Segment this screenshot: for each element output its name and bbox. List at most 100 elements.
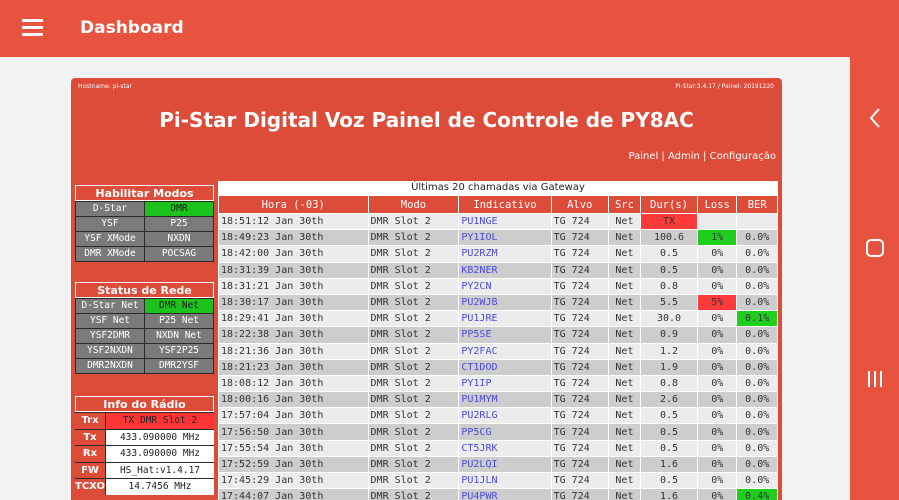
time-cell: 18:49:23 Jan 30th — [218, 229, 369, 247]
table-row: 18:31:39 Jan 30th DMR Slot 2 KB2NER TG 724 N… — [218, 261, 778, 279]
network-grid: D-Star Net DMR Net YSF Net P25 Net YSF2DMR NX… — [75, 298, 214, 374]
chevron-left-icon[interactable] — [850, 103, 899, 133]
header-links: Painel | Admin | Configuração — [628, 151, 776, 162]
radio-value: TX DMR Slot 2 — [106, 413, 214, 429]
ber-cell: 0.0% — [736, 439, 778, 457]
pistar-dashboard-panel: Hostname: pi-star Pi-Star:3.4.17 / Paine… — [71, 78, 782, 500]
callsign-link[interactable]: CT1DOD — [458, 358, 552, 376]
callsign-link[interactable]: PY2FAC — [458, 342, 552, 360]
recents-bars-icon[interactable] — [850, 364, 899, 394]
callsign-link[interactable]: CT5JRK — [458, 439, 552, 457]
source-cell: Net — [607, 391, 642, 409]
loss-cell: 0% — [697, 261, 738, 279]
mode-status-dmr-xmode: DMR XMode — [76, 247, 144, 261]
duration-cell: 2.6 — [639, 391, 699, 409]
radio-row-fw: FW HS_Hat:v1.4.17 — [75, 462, 214, 478]
duration-cell: 1.2 — [639, 342, 699, 360]
callsign-link[interactable]: PY2CN — [458, 277, 552, 295]
mode-cell: DMR Slot 2 — [367, 374, 460, 393]
source-cell: Net — [607, 488, 642, 500]
target-cell: TG 724 — [550, 212, 609, 231]
radio-key: Rx — [75, 446, 105, 462]
app-title: Dashboard — [80, 18, 184, 38]
duration-cell: 5.5 — [639, 293, 699, 312]
callsign-link[interactable]: PY1IP — [458, 374, 552, 393]
callsign-link[interactable]: PU4PWR — [458, 488, 552, 500]
callsign-link[interactable]: PU1MYM — [458, 391, 552, 409]
time-cell: 17:44:07 Jan 30th — [218, 488, 369, 500]
column-header: Indicativo — [458, 195, 552, 214]
callsign-link[interactable]: PU2LQI — [458, 455, 552, 474]
source-cell: Net — [607, 293, 642, 312]
ber-cell — [736, 212, 778, 231]
callsign-link[interactable]: PU1NGE — [458, 212, 552, 231]
loss-cell: 0% — [697, 326, 738, 344]
target-cell: TG 724 — [550, 488, 609, 500]
callsign-link[interactable]: PP5SE — [458, 326, 552, 344]
network-status-dmr2ysf: DMR2YSF — [145, 359, 213, 373]
callsign-link[interactable]: PU2WJB — [458, 293, 552, 312]
ber-cell: 0.0% — [736, 277, 778, 295]
table-row: 18:42:00 Jan 30th DMR Slot 2 PU2RZM TG 724 N… — [218, 245, 778, 263]
time-cell: 18:31:39 Jan 30th — [218, 261, 369, 279]
duration-cell: 0.5 — [639, 423, 699, 441]
table-row: 18:21:23 Jan 30th DMR Slot 2 CT1DOD TG 724 N… — [218, 358, 778, 376]
callsign-link[interactable]: PU1JRE — [458, 310, 552, 328]
hamburger-menu-icon[interactable] — [22, 19, 43, 37]
mode-status-pocsag: POCSAG — [145, 247, 213, 261]
network-status-d-star-net: D-Star Net — [76, 299, 144, 313]
home-square-icon[interactable] — [850, 233, 899, 263]
network-status-p25-net: P25 Net — [145, 314, 213, 328]
link-admin[interactable]: Admin — [668, 151, 700, 162]
mode-status-p25: P25 — [145, 217, 213, 231]
table-row: 17:52:59 Jan 30th DMR Slot 2 PU2LQI TG 724 N… — [218, 455, 778, 474]
link-configuracao[interactable]: Configuração — [710, 151, 776, 162]
link-painel[interactable]: Painel — [628, 151, 658, 162]
ber-cell: 0.0% — [736, 358, 778, 376]
mode-cell: DMR Slot 2 — [367, 310, 460, 328]
mode-cell: DMR Slot 2 — [367, 407, 460, 425]
hostname-label: Hostname: pi-star — [78, 83, 132, 90]
table-row: 18:08:12 Jan 30th DMR Slot 2 PY1IP TG 724 Ne… — [218, 374, 778, 393]
mode-cell: DMR Slot 2 — [367, 471, 460, 490]
source-cell: Net — [607, 471, 642, 490]
ber-cell: 0.0% — [736, 342, 778, 360]
time-cell: 17:45:29 Jan 30th — [218, 471, 369, 490]
time-cell: 18:42:00 Jan 30th — [218, 245, 369, 263]
table-row: 18:31:21 Jan 30th DMR Slot 2 PY2CN TG 724 Ne… — [218, 277, 778, 295]
mode-cell: DMR Slot 2 — [367, 261, 460, 279]
target-cell: TG 724 — [550, 310, 609, 328]
network-status-ysf2dmr: YSF2DMR — [76, 329, 144, 343]
source-cell: Net — [607, 310, 642, 328]
source-cell: Net — [607, 455, 642, 474]
time-cell: 17:56:50 Jan 30th — [218, 423, 369, 441]
callsign-link[interactable]: KB2NER — [458, 261, 552, 279]
network-status-ysf-net: YSF Net — [76, 314, 144, 328]
duration-cell: 0.9 — [639, 326, 699, 344]
source-cell: Net — [607, 326, 642, 344]
radio-row-tcxo: TCXO 14.7456 MHz — [75, 479, 214, 495]
radio-info-box: Info do Rádio Trx TX DMR Slot 2 Tx 433.0900… — [75, 396, 214, 495]
callsign-link[interactable]: PU2RLG — [458, 407, 552, 425]
source-cell: Net — [607, 277, 642, 295]
page-title: Pi-Star Digital Voz Painel de Controle d… — [159, 108, 694, 132]
callsign-link[interactable]: PP5CG — [458, 423, 552, 441]
loss-cell: 0% — [697, 391, 738, 409]
time-cell: 18:51:12 Jan 30th — [218, 212, 369, 231]
modes-box: Habilitar Modos D-Star DMR YSF P25 YSF XMode… — [75, 185, 214, 262]
loss-cell: 0% — [697, 439, 738, 457]
ber-cell: 0.1% — [736, 310, 778, 328]
network-status-ysf2nxdn: YSF2NXDN — [76, 344, 144, 358]
source-cell: Net — [607, 342, 642, 360]
callsign-link[interactable]: PU1JLN — [458, 471, 552, 490]
target-cell: TG 724 — [550, 229, 609, 247]
time-cell: 17:52:59 Jan 30th — [218, 455, 369, 474]
callsign-link[interactable]: PU2RZM — [458, 245, 552, 263]
callsign-link[interactable]: PY1IOL — [458, 229, 552, 247]
target-cell: TG 724 — [550, 439, 609, 457]
target-cell: TG 724 — [550, 391, 609, 409]
target-cell: TG 724 — [550, 261, 609, 279]
network-status-nxdn-net: NXDN Net — [145, 329, 213, 343]
mode-status-dmr: DMR — [145, 202, 213, 216]
target-cell: TG 724 — [550, 423, 609, 441]
